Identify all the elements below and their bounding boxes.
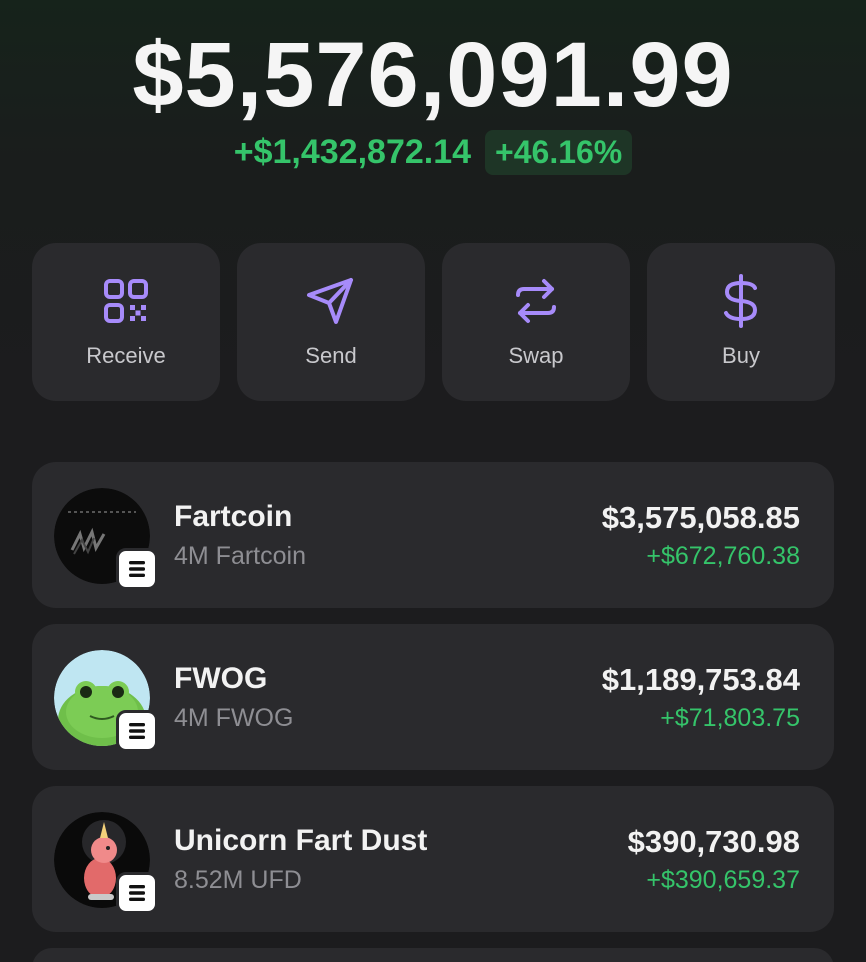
token-row-fwog[interactable]: FWOG 4M FWOG $1,189,753.84 +$71,803.75 (32, 624, 834, 770)
solana-badge-icon (116, 872, 158, 914)
buy-label: Buy (722, 343, 760, 368)
swap-label: Swap (508, 343, 564, 368)
token-value: $1,189,753.84 (601, 662, 800, 697)
swap-button[interactable]: Swap (442, 243, 630, 401)
action-buttons: Receive Send Swap Buy (32, 243, 836, 403)
balance-change-row: +$1,432,872.14 +46.16% (0, 130, 866, 175)
token-change: +$71,803.75 (660, 704, 800, 732)
token-name: FWOG (174, 662, 268, 695)
token-name: Fartcoin (174, 500, 293, 533)
receive-label: Receive (86, 343, 166, 368)
balance-change-amount: +$1,432,872.14 (233, 133, 472, 171)
qr-code-icon (32, 273, 220, 329)
send-label: Send (305, 343, 357, 368)
token-value: $3,575,058.85 (601, 500, 800, 535)
buy-button[interactable]: Buy (647, 243, 835, 401)
solana-badge-icon (116, 710, 158, 752)
swap-arrows-icon (442, 273, 630, 329)
token-amount: 4M FWOG (174, 704, 294, 732)
dollar-icon (647, 273, 835, 329)
token-row-partial[interactable] (32, 948, 834, 962)
balance-section: $5,576,091.99 +$1,432,872.14 +46.16% (0, 0, 866, 200)
token-row-fartcoin[interactable]: Fartcoin 4M Fartcoin $3,575,058.85 +$672… (32, 462, 834, 608)
token-change: +$672,760.38 (646, 542, 800, 570)
token-row-unicorn-fart-dust[interactable]: Unicorn Fart Dust 8.52M UFD $390,730.98 … (32, 786, 834, 932)
token-value: $390,730.98 (627, 824, 800, 859)
token-amount: 4M Fartcoin (174, 542, 306, 570)
token-amount: 8.52M UFD (174, 866, 302, 894)
total-balance: $5,576,091.99 (132, 24, 734, 126)
solana-badge-icon (116, 548, 158, 590)
receive-button[interactable]: Receive (32, 243, 220, 401)
token-change: +$390,659.37 (646, 866, 800, 894)
send-button[interactable]: Send (237, 243, 425, 401)
balance-change-percent: +46.16% (485, 130, 633, 175)
token-name: Unicorn Fart Dust (174, 824, 428, 857)
paper-plane-icon (237, 273, 425, 329)
